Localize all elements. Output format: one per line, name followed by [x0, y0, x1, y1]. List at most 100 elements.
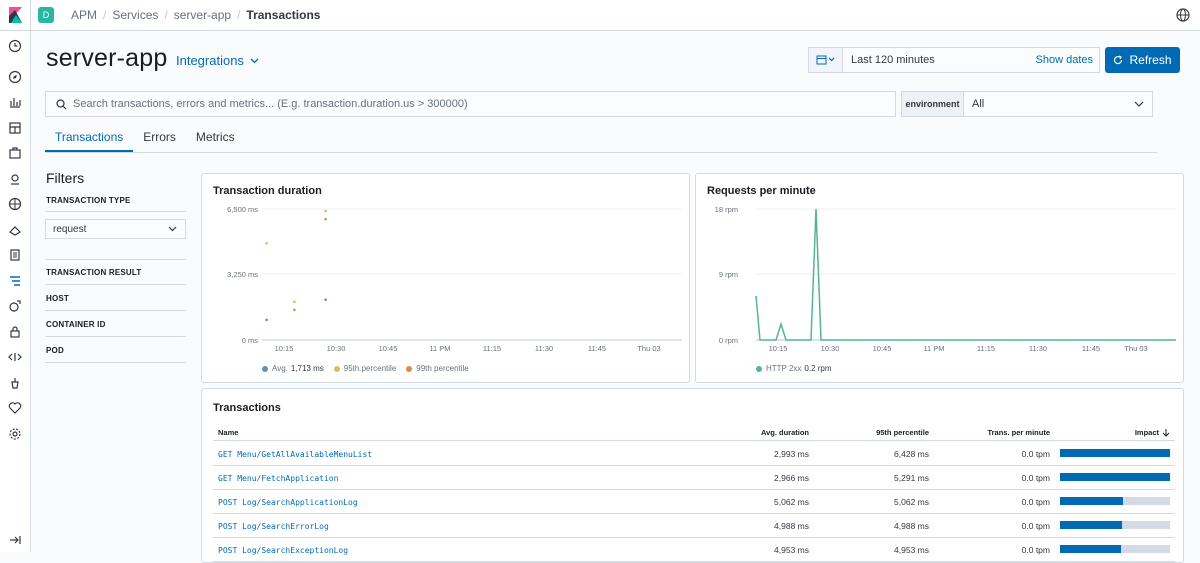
duration-legend: Avg. 1,713 ms 95th percentile 99th percen…	[262, 364, 479, 373]
legend-avg[interactable]: Avg. 1,713 ms	[262, 364, 324, 373]
collapse-nav-icon[interactable]	[8, 533, 22, 547]
page-title: server-app	[46, 44, 168, 72]
dashboard-icon[interactable]	[8, 121, 22, 135]
divider	[45, 284, 186, 285]
environment-select[interactable]: environment All	[901, 91, 1153, 117]
legend-http-2xx[interactable]: HTTP 2xx 0.2 rpm	[756, 364, 832, 373]
column-p95[interactable]: 95th percentile	[876, 428, 929, 437]
transaction-name-link[interactable]: GET Menu/GetAllAvailableMenuList	[218, 450, 372, 459]
monitoring-icon[interactable]	[8, 376, 22, 390]
search-bar[interactable]: Search transactions, errors and metrics.…	[45, 91, 896, 117]
sort-arrow-down-icon[interactable]	[1162, 429, 1170, 437]
date-range-text[interactable]: Last 120 minutes	[851, 54, 1036, 66]
transactions-table-panel: Transactions Name Avg. duration 95th per…	[201, 388, 1184, 563]
integrations-menu-button[interactable]: Integrations	[176, 53, 259, 68]
legend-dot	[756, 365, 762, 372]
logs-icon[interactable]	[8, 248, 22, 262]
column-tpm[interactable]: Trans. per minute	[987, 428, 1050, 437]
tab-transactions[interactable]: Transactions	[45, 126, 134, 152]
recent-clock-icon[interactable]	[8, 39, 22, 53]
transaction-name-link[interactable]: POST Log/SearchErrorLog	[218, 522, 329, 531]
breadcrumb-separator: /	[164, 8, 168, 22]
duration-point	[265, 241, 268, 245]
y-tick-label: 9 rpm	[719, 270, 738, 279]
environment-value: All	[972, 98, 985, 110]
tpm-cell: 0.0 tpm	[1021, 449, 1050, 459]
avg-duration-cell: 5,062 ms	[774, 497, 809, 507]
canvas-icon[interactable]	[8, 146, 22, 160]
integrations-label: Integrations	[176, 53, 244, 68]
table-row[interactable]: POST Log/SearchErrorLog 4,988 ms 4,988 ms 0…	[213, 514, 1175, 538]
breadcrumb-server-app[interactable]: server-app	[174, 8, 231, 22]
avg-duration-cell: 2,966 ms	[774, 473, 809, 483]
legend-p99[interactable]: 99th percentile	[406, 364, 469, 373]
refresh-button[interactable]: Refresh	[1105, 47, 1180, 73]
breadcrumb-separator: /	[237, 8, 241, 22]
quick-select-button[interactable]	[809, 48, 843, 72]
transaction-name-link[interactable]: POST Log/SearchApplicationLog	[218, 498, 358, 507]
breadcrumb-apm[interactable]: APM	[71, 8, 97, 22]
tab-errors[interactable]: Errors	[133, 126, 186, 152]
duration-point	[293, 308, 296, 312]
heartbeat-icon[interactable]	[8, 401, 22, 415]
transaction-name-link[interactable]: GET Menu/FetchApplication	[218, 474, 338, 483]
breadcrumb-services[interactable]: Services	[112, 8, 158, 22]
visualize-chart-icon[interactable]	[8, 95, 22, 109]
apm-icon[interactable]	[8, 274, 22, 288]
p95-cell: 4,988 ms	[894, 521, 929, 531]
search-input[interactable]: Search transactions, errors and metrics.…	[73, 98, 468, 110]
space-avatar[interactable]: D	[38, 7, 54, 23]
x-tick-label: Thu 03	[637, 344, 660, 353]
legend-p95[interactable]: 95th percentile	[333, 364, 396, 373]
refresh-label: Refresh	[1129, 53, 1172, 67]
filter-host[interactable]: HOST	[46, 294, 69, 303]
side-nav	[0, 31, 31, 552]
management-gear-icon[interactable]	[8, 427, 22, 441]
column-name[interactable]: Name	[218, 428, 238, 437]
requests-legend: HTTP 2xx 0.2 rpm	[756, 364, 842, 373]
siem-lock-icon[interactable]	[8, 325, 22, 339]
column-impact[interactable]: Impact	[1135, 428, 1159, 437]
dev-tools-icon[interactable]	[8, 350, 22, 364]
duration-point	[293, 300, 296, 304]
discover-compass-icon[interactable]	[8, 70, 22, 84]
search-icon	[56, 98, 67, 109]
x-tick-label: 11:30	[1029, 344, 1047, 353]
breadcrumb-separator: /	[103, 8, 107, 22]
environment-label: environment	[902, 92, 964, 116]
legend-label: 99th percentile	[416, 364, 469, 373]
p95-cell: 5,291 ms	[894, 473, 929, 483]
legend-label: Avg.	[272, 364, 288, 373]
legend-dot	[333, 365, 340, 372]
column-avg-duration[interactable]: Avg. duration	[761, 428, 809, 437]
table-header: Name Avg. duration 95th percentile Trans…	[213, 425, 1175, 441]
legend-value: 1,713 ms	[290, 364, 324, 373]
filter-transaction-result[interactable]: TRANSACTION RESULT	[46, 268, 141, 277]
ml-icon[interactable]	[8, 197, 22, 211]
help-globe-icon[interactable]	[1176, 8, 1190, 22]
transaction-duration-chart: 6,500 ms 3,250 ms 0 ms 10:15 10:30 10:45…	[227, 205, 682, 353]
table-row[interactable]: GET Menu/FetchApplication 2,966 ms 5,291 m…	[213, 466, 1175, 490]
transaction-name-link[interactable]: POST Log/SearchExceptionLog	[218, 546, 348, 555]
chevron-down-icon	[168, 226, 177, 232]
filter-pod[interactable]: POD	[46, 346, 64, 355]
tpm-cell: 0.0 tpm	[1021, 497, 1050, 507]
filter-container-id[interactable]: CONTAINER ID	[46, 320, 106, 329]
p95-cell: 4,953 ms	[894, 545, 929, 555]
infrastructure-icon[interactable]	[8, 223, 22, 237]
impact-bar	[1060, 521, 1170, 529]
transaction-type-select[interactable]: request	[45, 219, 186, 239]
tab-metrics[interactable]: Metrics	[186, 126, 245, 152]
requests-per-minute-panel: Requests per minute 18 rpm 9 rpm 0 rpm 1…	[695, 173, 1184, 383]
calendar-icon	[816, 55, 834, 65]
kibana-logo-icon[interactable]	[0, 0, 31, 31]
show-dates-link[interactable]: Show dates	[1036, 54, 1093, 66]
maps-icon[interactable]	[8, 172, 22, 186]
uptime-icon[interactable]	[8, 299, 22, 313]
table-row[interactable]: GET Menu/GetAllAvailableMenuList 2,993 ms…	[213, 442, 1175, 466]
duration-point	[324, 217, 327, 221]
divider	[45, 310, 186, 311]
table-row[interactable]: POST Log/SearchExceptionLog 4,953 ms 4,953…	[213, 538, 1175, 562]
table-row[interactable]: POST Log/SearchApplicationLog 5,062 ms 5,0…	[213, 490, 1175, 514]
impact-bar	[1060, 473, 1170, 481]
